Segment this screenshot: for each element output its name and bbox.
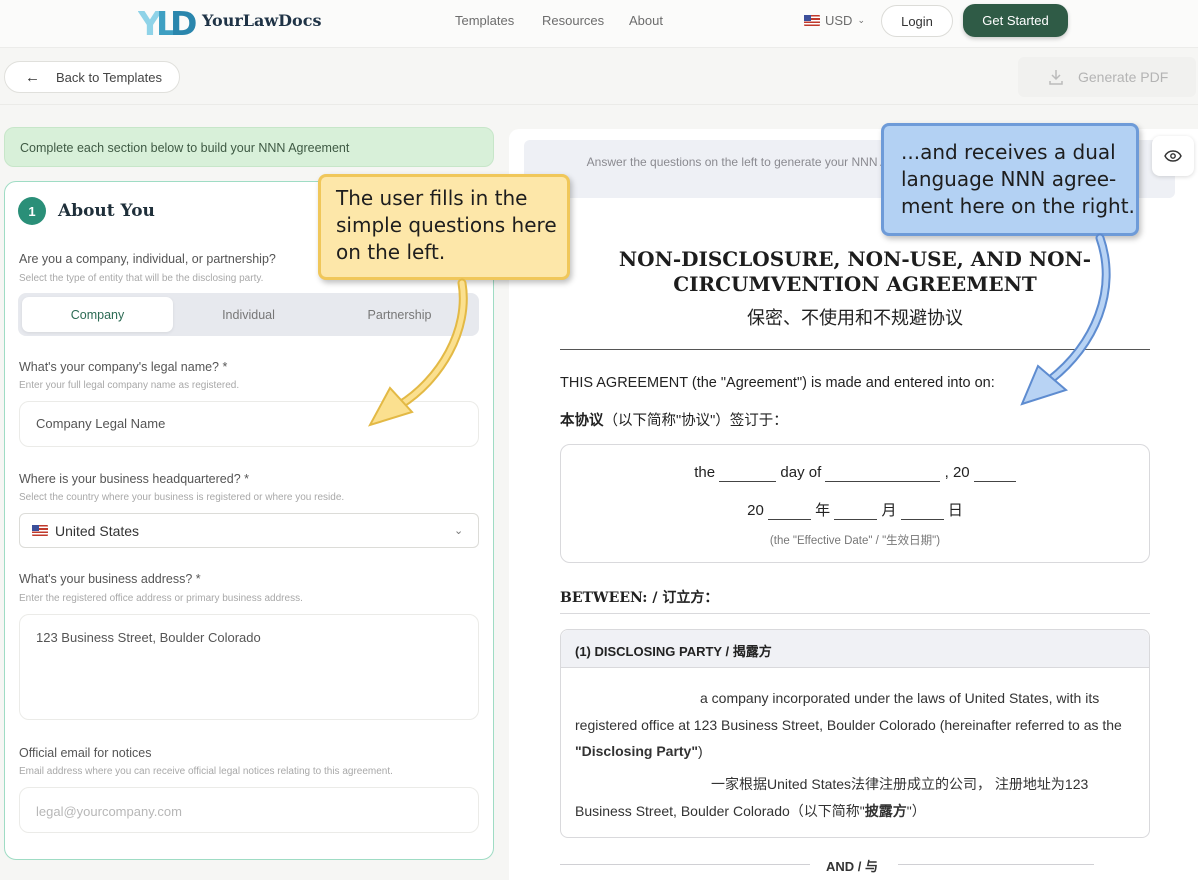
document-title-chinese: 保密、不使用和不规避协议: [747, 308, 963, 329]
arrow-left-icon: ←: [25, 68, 40, 86]
date-cn-day-label: 日: [947, 502, 963, 519]
divider: [560, 613, 1150, 614]
login-button[interactable]: Login: [881, 5, 953, 37]
legal-name-input[interactable]: Company Legal Name: [19, 401, 479, 447]
brand-name[interactable]: YourLawDocs: [202, 11, 321, 30]
notice-email-help: Email address where you can receive offi…: [19, 766, 393, 777]
business-address-label: What's your business address? *: [19, 572, 201, 586]
svg-text:D: D: [170, 4, 196, 40]
divider: [560, 864, 810, 865]
nav-about-link[interactable]: About: [629, 13, 663, 28]
business-address-help: Enter the registered office address or p…: [19, 593, 303, 604]
headquarters-help: Select the country where your business i…: [19, 492, 345, 503]
back-to-templates-button[interactable]: ← Back to Templates: [4, 61, 180, 93]
cn-year-blank[interactable]: [767, 502, 811, 520]
disclosing-party-chinese-end: "）: [906, 802, 926, 819]
agreement-intro-chinese-text: （以下简称"协议"）签订于：: [603, 413, 788, 429]
agreement-intro-bold: THIS AGREEMENT: [560, 375, 688, 391]
generate-pdf-label: Generate PDF: [1078, 69, 1169, 85]
document-title: NON-DISCLOSURE, NON-USE, AND NON-CIRCUMV…: [618, 247, 1092, 296]
country-select[interactable]: United States: [19, 513, 479, 548]
and-separator: AND / 与: [826, 859, 879, 874]
date-the-text: the: [694, 464, 716, 481]
nav-templates-link[interactable]: Templates: [455, 13, 514, 28]
effective-date-line: the day of , 20: [560, 464, 1150, 482]
chevron-down-icon: ⌄: [454, 525, 464, 537]
left-callout: The user fills in the simple questions h…: [318, 174, 570, 280]
between-heading: BETWEEN: / 订立方：: [560, 590, 719, 606]
date-cn-year-label: 年: [815, 502, 831, 519]
divider: [560, 349, 1150, 350]
disclosing-party-text: a company incorporated under the laws of…: [575, 685, 1140, 765]
get-started-button[interactable]: Get Started: [963, 4, 1068, 37]
agreement-intro-chinese: 本协议（以下简称"协议"）签订于：: [560, 409, 788, 430]
step-number-badge: 1: [18, 197, 46, 225]
entity-option-partnership[interactable]: Partnership: [324, 297, 475, 332]
generate-pdf-button[interactable]: Generate PDF: [1018, 57, 1196, 97]
year-blank[interactable]: [973, 464, 1016, 482]
agreement-intro-chinese-bold: 本协议: [560, 413, 604, 429]
entity-type-help: Select the type of entity that will be t…: [19, 273, 264, 284]
entity-option-individual[interactable]: Individual: [173, 297, 324, 332]
effective-date-note: (the "Effective Date" / "生效日期"): [769, 535, 941, 547]
divider: [898, 864, 1094, 865]
notice-email-input[interactable]: legal@yourcompany.com: [19, 787, 479, 833]
disclosing-party-term: "Disclosing Party": [575, 743, 698, 759]
disclosing-party-text-end: ): [697, 743, 703, 759]
legal-name-help: Enter your full legal company name as re…: [19, 380, 240, 391]
right-callout: ...and receives a dual language NNN agre…: [881, 123, 1139, 236]
disclosing-party-text-chinese: 一家根据United States法律注册成立的公司， 注册地址为123 Bus…: [575, 771, 1140, 824]
date-day-of-text: day of: [780, 464, 822, 481]
date-cn-month-label: 月: [881, 502, 897, 519]
month-blank[interactable]: [825, 464, 941, 482]
country-select-value: United States: [55, 522, 140, 539]
us-flag-icon: [32, 525, 48, 536]
date-year-prefix: , 20: [944, 464, 970, 481]
instruction-banner: Complete each section below to build you…: [4, 127, 494, 167]
us-flag-icon: [804, 15, 820, 26]
disclosing-party-header: (1) DISCLOSING PARTY / 揭露方: [561, 630, 1149, 668]
nav-resources-link[interactable]: Resources: [542, 13, 604, 28]
divider: [0, 104, 1198, 105]
effective-date-line-chinese: 20 年 月 日: [560, 499, 1150, 520]
entity-type-label: Are you a company, individual, or partne…: [19, 252, 276, 266]
notice-email-label: Official email for notices: [19, 746, 152, 760]
chevron-down-icon: ⌄: [857, 15, 865, 25]
download-icon: [1049, 70, 1063, 85]
disclosing-party-chinese-term: 披露方: [864, 802, 907, 819]
back-button-label: Back to Templates: [56, 69, 162, 85]
day-blank[interactable]: [719, 464, 777, 482]
cn-month-blank[interactable]: [834, 502, 878, 520]
currency-label: USD: [825, 13, 853, 28]
legal-name-label: What's your company's legal name? *: [19, 360, 228, 374]
disclosing-party-text-body: a company incorporated under the laws of…: [575, 690, 1122, 733]
date-cn-year-prefix: 20: [747, 502, 764, 519]
cn-day-blank[interactable]: [900, 502, 944, 520]
agreement-intro-text: (the "Agreement") is made and entered in…: [687, 375, 995, 391]
agreement-intro: THIS AGREEMENT (the "Agreement") is made…: [560, 375, 995, 391]
currency-selector[interactable]: USD ⌄: [804, 13, 865, 28]
preview-toggle-button[interactable]: [1152, 136, 1194, 176]
entity-option-company[interactable]: Company: [22, 297, 173, 332]
eye-icon: [1164, 150, 1182, 162]
headquarters-label: Where is your business headquartered? *: [19, 472, 249, 486]
section-title: About You: [58, 201, 155, 221]
disclosing-party-chinese-body: 一家根据United States法律注册成立的公司， 注册地址为123 Bus…: [575, 776, 1089, 819]
business-address-textarea[interactable]: 123 Business Street, Boulder Colorado: [19, 614, 479, 720]
logo-icon[interactable]: Y L D: [138, 4, 196, 40]
